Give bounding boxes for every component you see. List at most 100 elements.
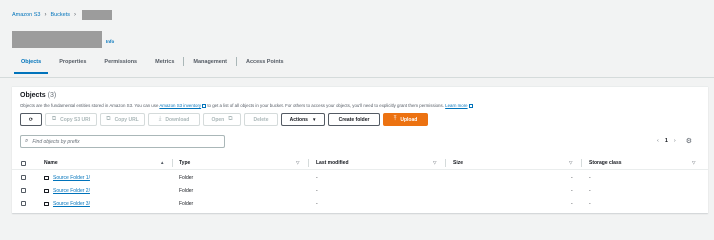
row-checkbox[interactable] xyxy=(21,175,26,180)
delete-label: Delete xyxy=(253,116,269,123)
tab-objects[interactable]: Objects xyxy=(12,59,50,74)
sort-icon[interactable]: ▽ xyxy=(296,160,299,166)
cell-storage-class: - xyxy=(589,188,591,194)
refresh-button[interactable]: ⟳ xyxy=(20,113,42,126)
caret-down-icon: ▼ xyxy=(311,117,317,122)
redacted-title xyxy=(12,31,102,48)
cell-type: Folder xyxy=(179,188,194,194)
object-name: Source Folder 2/ xyxy=(53,188,90,194)
objects-count: (3) xyxy=(47,92,57,99)
row-checkbox[interactable] xyxy=(21,188,26,193)
cell-last-modified: - xyxy=(316,188,318,194)
upload-button[interactable]: ⤒ Upload xyxy=(383,113,428,126)
cell-storage-class: - xyxy=(589,175,591,181)
cell-type: Folder xyxy=(179,201,194,207)
prev-page-icon[interactable]: ‹ xyxy=(657,138,659,144)
tab-access-points[interactable]: Access Points xyxy=(237,59,293,65)
search-input[interactable]: ⌕ Find objects by prefix xyxy=(20,135,225,148)
column-header-storage-class[interactable]: Storage class xyxy=(589,160,622,166)
column-header-size[interactable]: Size xyxy=(453,160,463,166)
table-row[interactable]: Source Folder 1/ Folder - - - xyxy=(12,172,708,184)
cell-size: - xyxy=(571,201,573,207)
folder-icon xyxy=(44,202,49,206)
download-button[interactable]: ⤓ Download xyxy=(148,113,200,126)
actions-label: Actions xyxy=(289,116,308,123)
chevron-right-icon: › xyxy=(44,12,47,18)
copy-s3-uri-label: Copy S3 URI xyxy=(60,116,91,123)
object-name-link[interactable]: Source Folder 2/ xyxy=(44,188,90,194)
open-button[interactable]: Open ⧉ xyxy=(203,113,241,126)
copy-url-label: Copy URL xyxy=(114,116,139,123)
tab-bar: Objects Properties Permissions Metrics M… xyxy=(12,57,293,74)
select-all-checkbox[interactable] xyxy=(21,161,26,166)
info-link[interactable]: Info xyxy=(106,39,114,44)
redacted-bucket-name xyxy=(82,10,113,20)
column-header-type[interactable]: Type xyxy=(179,160,190,166)
search-placeholder: Find objects by prefix xyxy=(32,138,80,145)
cell-storage-class: - xyxy=(589,201,591,207)
copy-icon: ⧉ xyxy=(106,116,111,122)
sort-ascending-icon[interactable]: ▲ xyxy=(160,160,164,165)
objects-desc-text-2: to get a list of all objects in your buc… xyxy=(206,103,444,108)
column-divider xyxy=(308,159,309,167)
tab-properties[interactable]: Properties xyxy=(50,59,95,65)
object-name: Source Folder 3/ xyxy=(53,201,90,207)
table-header: Name ▲ Type ▽ Last modified ▽ Size ▽ Sto… xyxy=(12,157,708,170)
delete-button[interactable]: Delete xyxy=(244,113,278,126)
external-link-icon: ⧉ xyxy=(228,116,233,122)
objects-heading-label: Objects xyxy=(20,92,46,99)
refresh-icon: ⟳ xyxy=(28,116,34,123)
open-label: Open xyxy=(211,116,225,123)
breadcrumb-amazon-s3[interactable]: Amazon S3 xyxy=(12,12,40,18)
actions-dropdown[interactable]: Actions ▼ xyxy=(281,113,325,126)
column-header-name[interactable]: Name xyxy=(44,160,58,166)
page-title: Info xyxy=(12,31,114,48)
column-header-last-modified[interactable]: Last modified xyxy=(316,160,349,166)
tab-metrics[interactable]: Metrics xyxy=(146,59,183,65)
cell-size: - xyxy=(571,175,573,181)
object-name-link[interactable]: Source Folder 3/ xyxy=(44,201,90,207)
column-divider xyxy=(445,159,446,167)
create-folder-button[interactable]: Create folder xyxy=(328,113,380,126)
sort-icon[interactable]: ▽ xyxy=(692,160,695,166)
folder-icon xyxy=(44,176,49,180)
inventory-link[interactable]: Amazon S3 inventory xyxy=(159,103,201,108)
objects-panel: Objects (3) Objects are the fundamental … xyxy=(12,86,708,213)
folder-icon xyxy=(44,189,49,193)
copy-s3-uri-button[interactable]: ⧉ Copy S3 URI xyxy=(45,113,97,126)
sort-icon[interactable]: ▽ xyxy=(433,160,436,166)
tab-management[interactable]: Management xyxy=(184,59,236,65)
tabs-underline xyxy=(0,77,714,78)
chevron-right-icon: › xyxy=(74,12,77,18)
cell-size: - xyxy=(571,188,573,194)
cell-type: Folder xyxy=(179,175,194,181)
pagination: ‹ 1 › ⚙ xyxy=(657,137,692,145)
upload-icon: ⤒ xyxy=(393,116,397,122)
breadcrumb-buckets[interactable]: Buckets xyxy=(50,12,70,18)
copy-url-button[interactable]: ⧉ Copy URL xyxy=(100,113,145,126)
table-row[interactable]: Source Folder 2/ Folder - - - xyxy=(12,185,708,197)
objects-description: Objects are the fundamental entities sto… xyxy=(20,103,473,108)
table-row[interactable]: Source Folder 3/ Folder - - - xyxy=(12,198,708,210)
upload-label: Upload xyxy=(400,116,418,123)
objects-toolbar: ⟳ ⧉ Copy S3 URI ⧉ Copy URL ⤓ Download Open ⧉… xyxy=(20,113,431,126)
object-name: Source Folder 1/ xyxy=(53,175,90,181)
copy-icon: ⧉ xyxy=(51,116,57,122)
download-icon: ⤓ xyxy=(158,116,162,122)
row-checkbox[interactable] xyxy=(21,201,26,206)
objects-heading: Objects (3) xyxy=(20,92,56,99)
page-number[interactable]: 1 xyxy=(665,138,668,144)
column-divider xyxy=(172,159,173,167)
next-page-icon[interactable]: › xyxy=(674,138,676,144)
cell-last-modified: - xyxy=(316,175,318,181)
breadcrumb: Amazon S3 › Buckets › xyxy=(12,10,113,20)
tab-permissions[interactable]: Permissions xyxy=(95,59,146,65)
cell-last-modified: - xyxy=(316,201,318,207)
download-label: Download xyxy=(165,116,190,123)
sort-icon[interactable]: ▽ xyxy=(569,160,572,166)
external-link-icon xyxy=(468,103,473,108)
column-divider xyxy=(581,159,582,167)
learn-more-link[interactable]: Learn more xyxy=(445,103,467,108)
object-name-link[interactable]: Source Folder 1/ xyxy=(44,175,90,181)
gear-icon[interactable]: ⚙ xyxy=(686,137,692,145)
